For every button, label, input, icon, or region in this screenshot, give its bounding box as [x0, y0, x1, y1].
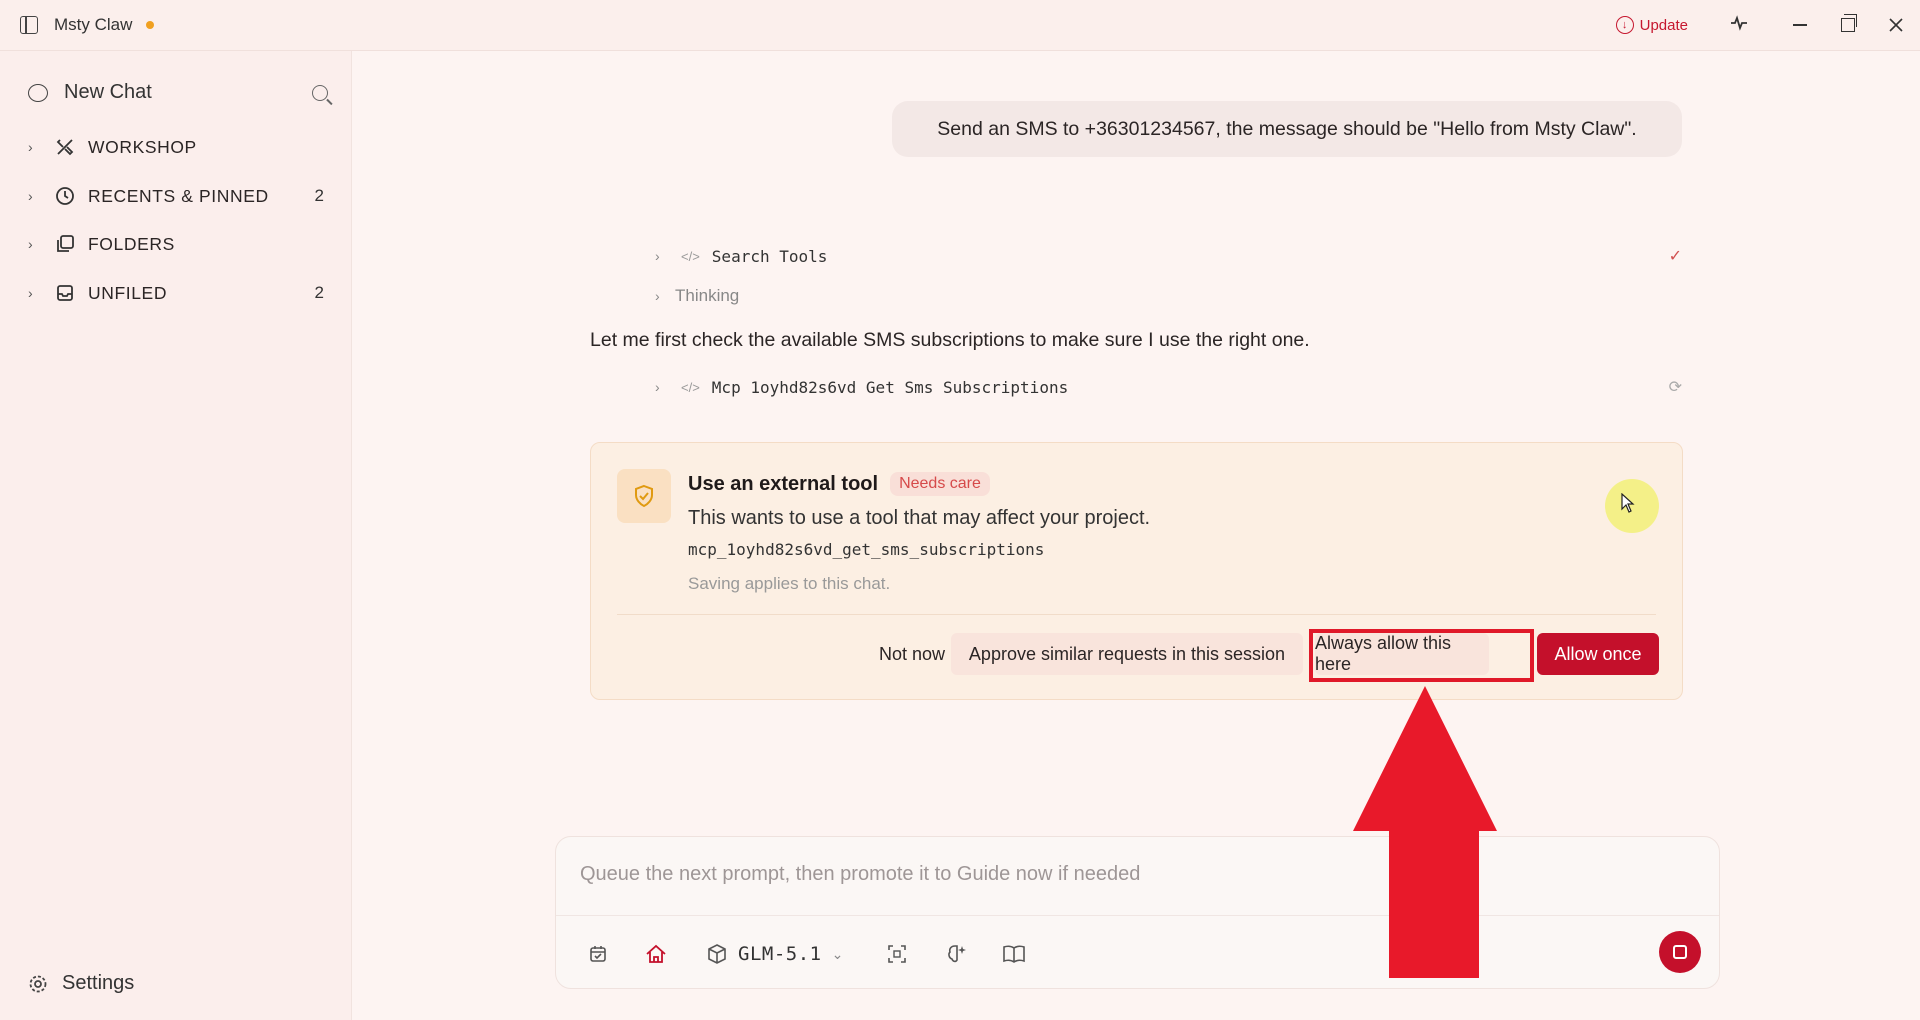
chevron-down-icon: ⌄: [831, 945, 844, 962]
divider: [556, 915, 1719, 916]
update-label: Update: [1639, 16, 1688, 34]
code-icon: </>: [681, 248, 700, 264]
restore-icon: [1841, 14, 1857, 32]
chevron-right-icon: ›: [28, 139, 33, 155]
user-message: Send an SMS to +36301234567, the message…: [892, 101, 1682, 157]
app-title: Msty Claw: [54, 15, 133, 34]
tools-icon: [54, 136, 76, 158]
allow-once-button[interactable]: Allow once: [1537, 633, 1659, 675]
divider: [617, 614, 1656, 615]
focus-button[interactable]: [887, 940, 907, 968]
sidebar-toggle-icon[interactable]: [20, 16, 38, 34]
stop-button[interactable]: [1659, 931, 1701, 973]
inbox-icon: [54, 282, 76, 304]
chat-bubble-icon: [28, 83, 48, 102]
annotation-arrow-icon: [1353, 686, 1497, 978]
folders-icon: [54, 233, 76, 255]
calendar-icon: [590, 946, 606, 962]
needs-care-badge: Needs care: [890, 472, 990, 496]
activity-icon[interactable]: [1724, 14, 1754, 36]
mouse-cursor-icon: [1621, 493, 1635, 513]
chevron-right-icon: ›: [28, 285, 33, 301]
stop-icon: [1673, 945, 1687, 959]
permission-tool-id: mcp_1oyhd82s6vd_get_sms_subscriptions: [688, 540, 1045, 559]
search-icon[interactable]: [312, 84, 328, 101]
sidebar-item-label: FOLDERS: [88, 233, 175, 254]
update-button[interactable]: ↓ Update: [1615, 16, 1688, 34]
close-icon: [1889, 18, 1903, 32]
model-name: GLM-5.1: [738, 943, 822, 965]
chevron-right-icon: ›: [28, 236, 33, 252]
brain-sparkle-icon: [948, 945, 966, 963]
minimize-button[interactable]: [1776, 0, 1824, 51]
chevron-right-icon: ›: [655, 248, 660, 264]
home-icon: [646, 944, 666, 963]
user-message-text: Send an SMS to +36301234567, the message…: [937, 117, 1637, 140]
annotation-highlight-box: [1309, 629, 1534, 682]
approve-similar-button[interactable]: Approve similar requests in this session: [951, 633, 1303, 675]
sidebar-item-label: RECENTS & PINNED: [88, 185, 269, 206]
gear-icon: [29, 975, 47, 992]
composer: GLM-5.1 ⌄: [555, 836, 1720, 989]
sidebar-item-count: 2: [314, 283, 324, 302]
chevron-right-icon: ›: [655, 379, 660, 395]
tool-call-name: Mcp 1oyhd82s6vd Get Sms Subscriptions: [711, 377, 1069, 397]
sidebar-item-label: WORKSHOP: [88, 136, 197, 157]
permission-description: This wants to use a tool that may affect…: [688, 507, 1151, 529]
code-icon: </>: [681, 379, 700, 395]
check-icon: ✓: [1668, 248, 1682, 265]
new-chat-button[interactable]: New Chat: [28, 81, 328, 104]
thinking-toggle[interactable]: › Thinking: [655, 286, 739, 306]
assistant-message: Let me first check the available SMS sub…: [590, 329, 1310, 351]
tool-call-search-tools[interactable]: › </> Search Tools ✓: [655, 242, 1682, 270]
clock-icon: [54, 185, 76, 207]
sidebar-item-workshop[interactable]: › WORKSHOP: [28, 131, 328, 163]
chevron-right-icon: ›: [28, 188, 33, 204]
permission-title: Use an external tool Needs care: [688, 472, 990, 496]
focus-frame-icon: [888, 945, 906, 963]
model-selector[interactable]: GLM-5.1 ⌄: [706, 940, 843, 968]
close-button[interactable]: [1872, 0, 1920, 51]
prompt-input[interactable]: [580, 863, 1680, 886]
new-chat-label: New Chat: [64, 81, 152, 103]
calendar-button[interactable]: [588, 940, 608, 968]
library-button[interactable]: [1002, 940, 1026, 968]
settings-label: Settings: [62, 972, 135, 994]
brain-button[interactable]: [946, 940, 968, 968]
download-icon: ↓: [1615, 16, 1634, 34]
book-icon: [1003, 945, 1025, 963]
sidebar-item-unfiled[interactable]: › UNFILED 2: [28, 277, 328, 309]
tool-call-get-sms-subscriptions[interactable]: › </> Mcp 1oyhd82s6vd Get Sms Subscripti…: [655, 373, 1682, 401]
cube-icon: [708, 944, 726, 964]
chevron-right-icon: ›: [655, 288, 660, 304]
tool-call-name: Search Tools: [711, 246, 828, 266]
thinking-label: Thinking: [675, 286, 740, 305]
permission-title-text: Use an external tool: [688, 472, 879, 495]
refresh-icon: ⟳: [1668, 379, 1682, 396]
status-dot: [146, 21, 155, 29]
permission-note: Saving applies to this chat.: [688, 574, 891, 593]
home-button[interactable]: [645, 940, 667, 968]
shield-icon: [617, 469, 671, 523]
sidebar-item-recents-pinned[interactable]: › RECENTS & PINNED 2: [28, 180, 328, 212]
minimize-icon: [1793, 24, 1807, 26]
sidebar-item-label: UNFILED: [88, 282, 168, 303]
sidebar: New Chat › WORKSHOP › RECENTS & PINNED 2…: [0, 51, 352, 1020]
sidebar-item-count: 2: [314, 186, 324, 205]
sidebar-item-folders[interactable]: › FOLDERS: [28, 228, 328, 260]
maximize-button[interactable]: [1824, 0, 1872, 51]
settings-button[interactable]: Settings: [28, 972, 134, 995]
title-bar: Msty Claw ↓ Update: [0, 0, 1920, 51]
